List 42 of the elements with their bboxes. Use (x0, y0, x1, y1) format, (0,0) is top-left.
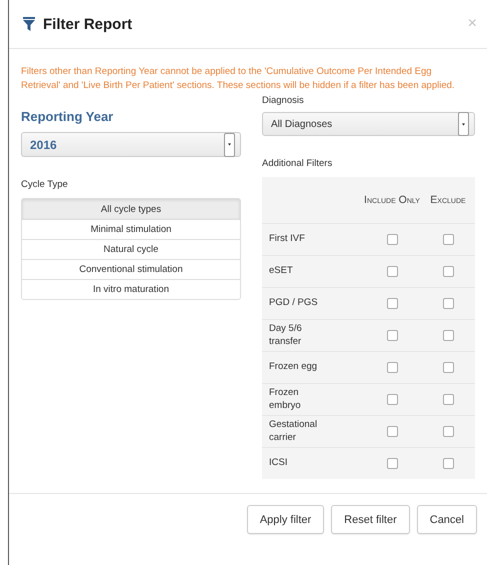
filter-name: ICSI (269, 457, 288, 470)
checkbox[interactable] (386, 234, 398, 245)
dialog-title: Filter Report (43, 16, 134, 32)
filter-name: PGD / PGS (269, 297, 318, 310)
dialog-button[interactable]: Cancel (416, 505, 477, 534)
caret-icon (462, 122, 465, 126)
checkbox[interactable] (386, 298, 398, 309)
checkbox[interactable] (442, 394, 454, 405)
field-label: Cycle Type (21, 179, 69, 190)
field-label: Additional Filters (262, 158, 334, 169)
checkbox[interactable] (386, 394, 398, 405)
dropdown-select[interactable]: All Diagnoses (262, 112, 475, 136)
checkbox[interactable] (386, 458, 398, 469)
field-label: Reporting Year (21, 109, 114, 124)
checkbox[interactable] (442, 362, 454, 373)
checkbox[interactable] (386, 426, 398, 437)
cycle-type-option[interactable]: In vitro maturation (22, 279, 240, 299)
column-header: Include Only (364, 192, 420, 208)
field-label: Diagnosis (262, 95, 305, 106)
checkbox[interactable] (442, 330, 454, 341)
cycle-type-option[interactable]: All cycle types (22, 199, 240, 219)
checkbox[interactable] (386, 266, 398, 277)
checkbox[interactable] (442, 298, 454, 309)
checkbox[interactable] (386, 330, 398, 341)
filter-name: First IVF (269, 233, 305, 246)
caret-icon (228, 143, 231, 146)
dropdown-select[interactable]: 2016 (21, 132, 241, 157)
column-header: Exclude (430, 192, 466, 208)
checkbox[interactable] (386, 362, 398, 373)
dialog-button[interactable]: Apply filter (246, 505, 324, 534)
filter-name: eSET (269, 265, 293, 278)
filter-icon (23, 17, 35, 31)
checkbox[interactable] (442, 458, 454, 469)
filter-name: Frozen egg (269, 361, 318, 374)
checkbox[interactable] (442, 426, 454, 437)
filter-name: Frozen embryo (269, 387, 302, 412)
checkbox[interactable] (442, 266, 454, 277)
checkbox[interactable] (442, 234, 454, 245)
filter-name: Day 5/6 transfer (269, 323, 303, 348)
dialog-button[interactable]: Reset filter (331, 505, 410, 534)
filter-name: Gestational carrier (269, 419, 318, 444)
warning-message: Filters other than Reporting Year cannot be applied to the 'Cumulative Outcome Per Intended Egg Retrieval' and 'Live Birth Per Patient' sections. These sections will be hidden if a filter has been applied. (20, 65, 456, 93)
